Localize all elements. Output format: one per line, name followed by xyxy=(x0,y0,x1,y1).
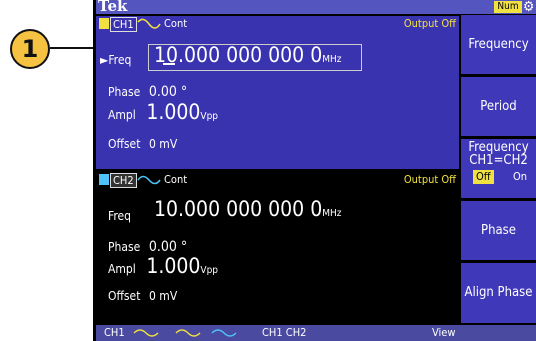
ch1-color-tag xyxy=(99,18,109,29)
frequency-link-button[interactable]: Frequency CH1=CH2 Off On xyxy=(461,139,536,198)
ch2-offset-value[interactable]: 0 mV xyxy=(149,289,177,303)
period-button[interactable]: Period xyxy=(461,77,536,136)
ch2-offset-label: Offset xyxy=(108,289,141,303)
ch1-panel[interactable]: CH1 Cont Output Off ►Freq 10.000 000 000… xyxy=(96,16,459,169)
ch2-freq-unit: MHz xyxy=(322,208,342,219)
ch1-freq-value-row[interactable]: 10.000 000 000 0MHz xyxy=(154,43,341,67)
ch2-phase-label: Phase xyxy=(108,240,141,254)
ch1-freq-row[interactable]: ►Freq xyxy=(100,49,131,68)
num-indicator: Num xyxy=(494,1,522,13)
ch1-label: CH1 xyxy=(110,17,137,32)
ch2-ampl-label: Ampl xyxy=(108,262,136,276)
view-button[interactable]: View xyxy=(432,326,455,339)
ch1-phase-value[interactable]: 0.00 ° xyxy=(149,84,187,100)
frequency-button[interactable]: Frequency xyxy=(461,15,536,74)
frequency-link-sublabel: CH1=CH2 xyxy=(469,153,528,168)
bottom-ch1-ch2-tab[interactable]: CH1 CH2 xyxy=(262,326,306,339)
ch2-ampl-unit: Vpp xyxy=(200,265,218,276)
ch2-freq-row[interactable]: Freq xyxy=(108,205,131,224)
ch1-header: CH1 Cont Output Off xyxy=(96,16,459,32)
side-menu: Frequency Period Frequency CH1=CH2 Off O… xyxy=(461,15,536,325)
callout-number: 1 xyxy=(10,29,50,69)
ch2-run-mode: Cont xyxy=(164,173,188,186)
ch2-label: CH2 xyxy=(110,173,137,188)
status-bar xyxy=(96,0,536,14)
ch1-offset-row[interactable]: Offset 0 mV xyxy=(108,133,177,152)
ch2-output-status: Output Off xyxy=(403,173,456,186)
ch2-panel[interactable]: CH2 Cont Output Off Freq 10.000 000 000 … xyxy=(96,172,459,324)
bottom-ch1-tab[interactable]: CH1 xyxy=(104,326,125,339)
ch1-ampl-value[interactable]: 1.000 xyxy=(146,100,200,124)
gear-icon: ⚙ xyxy=(523,0,535,15)
ch2-ampl-row[interactable]: Ampl 1.000Vpp xyxy=(108,254,218,278)
ch1-offset-value[interactable]: 0 mV xyxy=(149,137,177,151)
ch1-freq-unit: MHz xyxy=(322,54,342,65)
ch1-output-status: Output Off xyxy=(403,17,456,30)
ch2-offset-row[interactable]: Offset 0 mV xyxy=(108,285,177,304)
edit-cursor xyxy=(163,63,175,65)
ch2-freq-value[interactable]: 10.000 000 000 0 xyxy=(154,197,322,221)
ch2-phase-row[interactable]: Phase 0.00 ° xyxy=(108,236,187,255)
ch2-phase-value[interactable]: 0.00 ° xyxy=(149,239,187,255)
sine-wave-icon xyxy=(137,18,161,29)
ch1-phase-row[interactable]: Phase 0.00 ° xyxy=(108,81,187,100)
on-option[interactable]: On xyxy=(513,170,527,184)
ch1-ampl-unit: Vpp xyxy=(200,111,218,122)
ch1-ampl-row[interactable]: Ampl 1.000Vpp xyxy=(108,100,218,124)
ch1-offset-label: Offset xyxy=(108,137,141,151)
brand-logo: Tek xyxy=(98,0,128,15)
ch2-freq-value-row[interactable]: 10.000 000 000 0MHz xyxy=(154,197,341,221)
ch2-header: CH2 Cont Output Off xyxy=(96,172,459,188)
ch1-phase-label: Phase xyxy=(108,85,141,99)
ch2-freq-label: Freq xyxy=(108,209,132,223)
ch1-run-mode: Cont xyxy=(164,17,188,30)
ch1-freq-value[interactable]: 10.000 000 000 0 xyxy=(154,43,322,67)
sine-wave-icon xyxy=(137,175,161,185)
waveform-view-icons[interactable] xyxy=(132,327,252,339)
phase-button[interactable]: Phase xyxy=(461,201,536,260)
ch1-freq-label: Freq xyxy=(108,53,132,67)
ch2-ampl-value[interactable]: 1.000 xyxy=(146,254,200,278)
ch1-ampl-label: Ampl xyxy=(108,108,136,122)
align-phase-button[interactable]: Align Phase xyxy=(461,263,536,323)
bottom-view-bar: CH1 CH1 CH2 View xyxy=(96,325,536,341)
off-option[interactable]: Off xyxy=(473,170,494,184)
ch2-color-tag xyxy=(99,174,109,185)
